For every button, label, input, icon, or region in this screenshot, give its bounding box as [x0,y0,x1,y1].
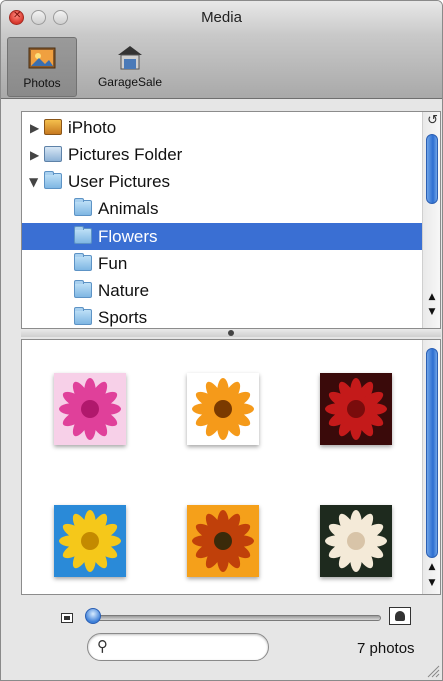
search-icon: ⚲ [97,637,108,655]
photo-thumbnail[interactable] [187,373,259,445]
folder-icon [74,307,92,325]
photo-thumbnail[interactable] [54,373,126,445]
refresh-icon[interactable]: ↺ [427,113,438,128]
photo-grid-scrollbar[interactable]: ▲ ▼ [422,340,440,594]
folder-icon [74,253,92,271]
split-view-divider[interactable] [21,329,441,337]
scroll-down-arrow-icon[interactable]: ▼ [423,305,440,319]
pictures-folder-icon [44,146,62,162]
toolbar: Photos GarageSale [1,35,442,99]
search-field[interactable]: ⚲ [87,633,269,661]
photos-icon [28,47,56,69]
scroll-up-arrow-icon[interactable]: ▲ [423,560,440,574]
folder-icon [74,226,92,244]
scroll-thumb[interactable] [426,348,438,558]
toolbar-photos-label: Photos [23,76,61,90]
toolbar-photos-button[interactable]: Photos [7,37,77,97]
toolbar-garagesale-label: GarageSale [97,75,163,89]
source-item-nature[interactable]: Nature [22,277,422,304]
photo-count: 7 photos [357,640,415,657]
folder-icon [44,171,62,189]
slider-knob[interactable] [85,608,101,624]
folder-icon [74,280,92,298]
disclosure-collapsed-icon[interactable]: ▶ [30,121,39,135]
source-item-label: Nature [98,281,150,300]
window-title: Media [201,9,242,26]
source-item-label: Sports [98,308,148,327]
source-list-scrollbar[interactable]: ↺ ▲ ▼ [422,112,440,328]
source-item-fun[interactable]: Fun [22,250,422,277]
scroll-up-arrow-icon[interactable]: ▲ [423,290,440,304]
media-browser-window: Media Photos GarageSale ▶ iPhoto [0,0,443,681]
source-item-pictures-folder[interactable]: ▶ Pictures Folder [22,141,422,168]
thumbnail-size-slider[interactable] [89,615,381,621]
source-item-label: Flowers [98,227,158,246]
photo-thumbnail[interactable] [320,505,392,577]
source-item-sports[interactable]: Sports [22,304,422,328]
scroll-thumb[interactable] [426,134,438,204]
source-item-label: Animals [98,199,159,218]
source-item-iphoto[interactable]: ▶ iPhoto [22,114,422,141]
toolbar-garagesale-button[interactable]: GarageSale [85,37,175,97]
photo-grid: ▲ ▼ [21,339,441,595]
search-input[interactable] [118,638,258,657]
source-item-label: Fun [98,254,128,273]
divider-handle[interactable] [228,330,234,336]
iphoto-icon [44,119,62,135]
small-thumbnail-icon [61,613,73,623]
disclosure-expanded-icon[interactable]: ▼ [29,175,38,189]
source-list: ▶ iPhoto ▶ Pictures Folder ▼ User Pictur… [21,111,441,329]
source-item-flowers[interactable]: Flowers [22,223,422,250]
large-thumbnail-icon [389,607,411,625]
photo-thumbnail[interactable] [54,505,126,577]
garagesale-icon [118,46,142,70]
source-item-user-pictures[interactable]: ▼ User Pictures [22,168,422,195]
source-item-label: iPhoto [68,118,117,137]
photo-thumbnail[interactable] [320,373,392,445]
source-item-label: User Pictures [68,172,171,191]
folder-icon [74,198,92,216]
resize-grip-icon[interactable] [426,664,440,678]
source-item-animals[interactable]: Animals [22,195,422,222]
source-item-label: Pictures Folder [68,145,183,164]
photo-thumbnail[interactable] [187,505,259,577]
scroll-down-arrow-icon[interactable]: ▼ [423,576,440,590]
disclosure-collapsed-icon[interactable]: ▶ [30,148,39,162]
title-bar: Media [1,1,442,35]
